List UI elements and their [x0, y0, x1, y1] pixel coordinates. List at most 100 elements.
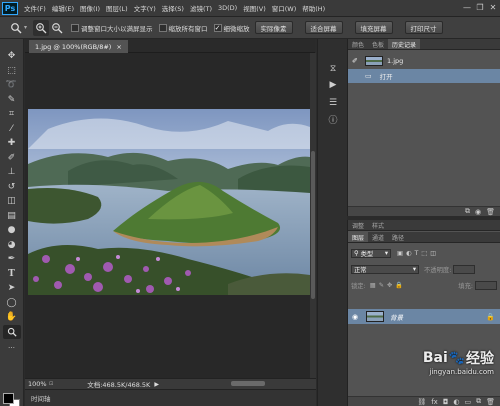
filter-kind-select[interactable]: ⚲ 类型 ▾ — [351, 248, 391, 258]
fill-field[interactable] — [475, 280, 497, 290]
blur-tool-icon[interactable]: ● — [3, 223, 21, 238]
tab-channels[interactable]: 通道 — [368, 232, 388, 242]
zoom-level[interactable]: 100% — [25, 380, 49, 388]
resize-windows-checkbox[interactable]: 调整窗口大小以满屏显示 — [71, 23, 153, 33]
menu-image[interactable]: 图像(I) — [80, 3, 100, 13]
status-icon[interactable]: ⊡ — [49, 381, 53, 387]
history-brush-icon[interactable]: ↺ — [3, 180, 21, 195]
marquee-tool-icon[interactable]: ⬚ — [3, 64, 21, 79]
chevron-down-icon: ▾ — [384, 249, 388, 257]
menu-help[interactable]: 帮助(H) — [302, 3, 325, 13]
eye-icon[interactable]: ◉ — [348, 313, 362, 321]
snapshot-camera-icon[interactable]: ◉ — [475, 208, 481, 216]
more-tools-icon[interactable]: … — [3, 339, 21, 354]
lock-icons[interactable]: ▦✎✥🔒 — [370, 281, 406, 289]
horizontal-scroll-thumb[interactable] — [231, 381, 265, 386]
path-select-icon[interactable]: ➤ — [3, 281, 21, 296]
zoom-tool-icon[interactable] — [2, 324, 21, 339]
menu-layer[interactable]: 图层(L) — [106, 3, 128, 13]
layer-row[interactable]: ◉ 背景 🔒 — [348, 309, 500, 324]
close-button[interactable]: ✕ — [488, 2, 498, 12]
type-tool-icon[interactable]: T — [3, 267, 21, 282]
link-layers-icon[interactable]: ⛓ — [417, 398, 426, 406]
layer-name[interactable]: 背景 — [390, 312, 403, 322]
scrubby-zoom-checkbox[interactable]: ✓ 细微缩放 — [213, 23, 250, 33]
tool-preset-arrow-icon[interactable]: ▾ — [24, 24, 27, 31]
mask-icon[interactable]: ◘ — [443, 398, 449, 406]
tab-swatches[interactable]: 色板 — [368, 39, 388, 49]
document-tab[interactable]: 1.jpg @ 100%(RGB/8#) × — [29, 40, 128, 53]
menu-file[interactable]: 文件(F) — [24, 3, 46, 13]
gradient-tool-icon[interactable]: ▤ — [3, 209, 21, 224]
zoom-all-windows-checkbox[interactable]: 缩放所有窗口 — [158, 23, 208, 33]
tab-paths[interactable]: 路径 — [388, 232, 408, 242]
menu-edit[interactable]: 编辑(E) — [52, 3, 74, 13]
tab-color[interactable]: 颜色 — [348, 39, 368, 49]
layer-filter-icons[interactable]: ▣◐T⬚◫ — [397, 250, 439, 257]
lasso-tool-icon[interactable]: ➰ — [3, 78, 21, 93]
menu-type[interactable]: 文字(Y) — [134, 3, 156, 13]
minimize-button[interactable]: — — [462, 2, 472, 12]
hand-tool-icon[interactable]: ✋ — [3, 310, 21, 325]
history-snapshot-row[interactable]: ✐ 1.jpg — [348, 54, 500, 68]
brush-tool-icon[interactable]: ✐ — [3, 151, 21, 166]
restore-button[interactable]: ❐ — [475, 2, 485, 12]
vertical-scroll-thumb[interactable] — [311, 151, 315, 299]
fill-screen-button[interactable]: 填充屏幕 — [354, 21, 393, 34]
new-layer-icon[interactable]: ⧉ — [476, 397, 481, 406]
eyedropper-tool-icon[interactable]: ⁄ — [3, 122, 21, 137]
canvas-area[interactable] — [25, 53, 310, 378]
window-controls: — ❐ ✕ — [462, 2, 498, 12]
properties-panel-icon[interactable]: ☰ — [326, 97, 340, 109]
menu-filter[interactable]: 滤镜(T) — [190, 3, 212, 13]
checkbox-box[interactable] — [158, 23, 167, 32]
history-brush-source-icon[interactable]: ✐ — [352, 57, 358, 65]
actual-pixels-button[interactable]: 实际像素 — [254, 21, 293, 34]
status-menu-arrow-icon[interactable]: ▶ — [154, 381, 159, 388]
tab-layers[interactable]: 图层 — [348, 232, 369, 242]
document-image[interactable] — [28, 109, 310, 295]
menu-3d[interactable]: 3D(D) — [218, 4, 237, 12]
state-doc-icon: ▭ — [365, 72, 372, 80]
zoom-out-icon[interactable] — [49, 20, 65, 36]
fx-icon[interactable]: fx — [431, 398, 438, 406]
vertical-scrollbar[interactable] — [310, 53, 316, 378]
history-state-label: 打开 — [379, 73, 393, 81]
new-document-icon[interactable]: ⧉ — [465, 207, 470, 216]
print-size-button[interactable]: 打印尺寸 — [404, 21, 443, 34]
eraser-tool-icon[interactable]: ◫ — [3, 194, 21, 209]
quick-select-tool-icon[interactable]: ✎ — [3, 93, 21, 108]
history-panel-icon[interactable]: ⧖ — [326, 63, 340, 75]
close-tab-icon[interactable]: × — [116, 43, 121, 51]
blend-mode-select[interactable]: 正常 ▾ — [351, 264, 419, 274]
menu-select[interactable]: 选择(S) — [162, 3, 184, 13]
group-folder-icon[interactable]: ▭ — [464, 398, 471, 406]
foreground-color-swatch[interactable] — [3, 393, 14, 404]
info-panel-icon[interactable]: ⓘ — [326, 113, 340, 126]
trash-icon[interactable]: 🗑 — [486, 398, 495, 406]
tab-history[interactable]: 历史记录 — [388, 39, 421, 49]
move-tool-icon[interactable]: ✥ — [3, 49, 21, 64]
menu-view[interactable]: 视图(V) — [243, 3, 266, 13]
checkbox-box[interactable] — [71, 23, 80, 32]
shape-tool-icon[interactable]: ◯ — [3, 296, 21, 311]
zoom-in-icon[interactable] — [33, 19, 50, 36]
crop-tool-icon[interactable]: ⌗ — [3, 107, 21, 122]
tab-styles[interactable]: 样式 — [368, 220, 388, 230]
trash-icon[interactable]: 🗑 — [486, 208, 495, 216]
history-state-row[interactable]: ▭ 打开 — [348, 69, 500, 83]
dodge-tool-icon[interactable]: ◕ — [3, 238, 21, 253]
document-tab-bar: 1.jpg @ 100%(RGB/8#) × — [25, 39, 315, 53]
pen-tool-icon[interactable]: ✒ — [3, 252, 21, 267]
actions-panel-icon[interactable]: ▶ — [326, 79, 340, 91]
timeline-bar[interactable]: 时间轴 — [25, 389, 316, 406]
clone-stamp-icon[interactable]: ⊥ — [3, 165, 21, 180]
fit-screen-button[interactable]: 适合屏幕 — [304, 21, 343, 34]
opacity-field[interactable] — [453, 264, 476, 274]
tab-adjustments[interactable]: 调整 — [348, 220, 368, 230]
healing-brush-icon[interactable]: ✚ — [3, 136, 21, 151]
menu-window[interactable]: 窗口(W) — [272, 3, 297, 13]
zoom-tool-icon[interactable] — [8, 20, 24, 36]
adjustment-layer-icon[interactable]: ◐ — [453, 398, 459, 406]
checkbox-box-checked[interactable]: ✓ — [213, 23, 222, 32]
